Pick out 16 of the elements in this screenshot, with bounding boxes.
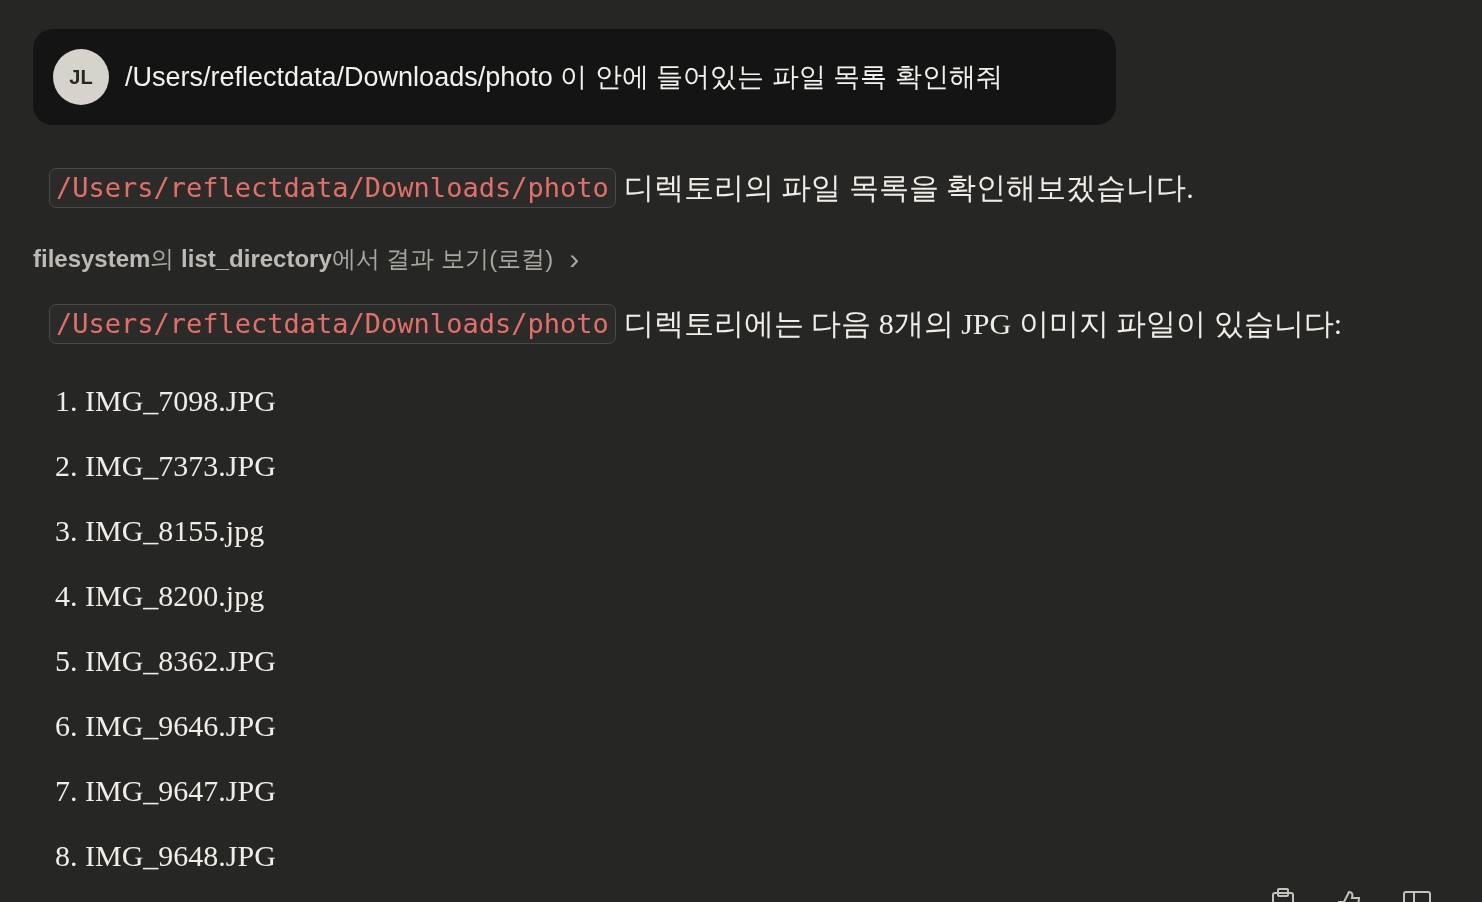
list-item: 4. IMG_8200.jpg [55,578,265,614]
response-text: 디렉토리에는 다음 8개의 JPG 이미지 파일이 있습니다: [623,306,1343,342]
user-message: /Users/reflectdata/Downloads/photo 이 안에 들어있는 파일 목록 확인해줘 [125,60,1003,94]
list-item: 6. IMG_9646.JPG [55,708,276,744]
list-item: 1. IMG_7098.JPG [55,383,276,419]
chevron-icon: › [569,236,580,281]
list-item: 2. IMG_7373.JPG [55,448,276,484]
user-avatar: JL [53,49,109,105]
inline-code: /Users/reflectdata/Downloads/photo [49,303,616,344]
response-text: 디렉토리의 파일 목록을 확인해보겠습니다. [623,170,1194,206]
list-item: 3. IMG_8155.jpg [55,513,265,549]
list-item: 8. IMG_9648.JPG [55,838,276,874]
inline-code: /Users/reflectdata/Downloads/photo [49,167,616,208]
list-item: 5. IMG_8362.JPG [55,643,276,679]
list-item: 7. IMG_9647.JPG [55,773,276,809]
tool-result-link[interactable]: filesystem의 list_directory에서 결과 보기(로컬) [33,240,554,277]
